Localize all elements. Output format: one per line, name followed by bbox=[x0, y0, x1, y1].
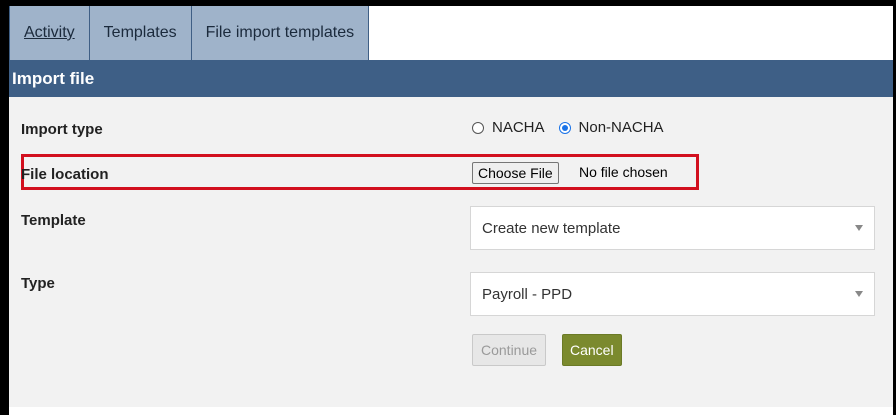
radio-option-non-nacha[interactable]: Non-NACHA bbox=[558, 119, 664, 136]
radio-option-nacha[interactable]: NACHA bbox=[472, 119, 545, 136]
tab-activity[interactable]: Activity bbox=[9, 6, 90, 60]
tab-file-import-templates-label: File import templates bbox=[205, 24, 355, 41]
panel-header: Import file bbox=[9, 60, 893, 97]
continue-button[interactable]: Continue bbox=[472, 334, 547, 366]
tab-bar: Activity Templates File import templates bbox=[9, 6, 370, 60]
cancel-button[interactable]: Cancel bbox=[562, 334, 622, 366]
import-type-label: Import type bbox=[21, 121, 103, 138]
tab-activity-label: Activity bbox=[24, 24, 75, 41]
chevron-down-icon bbox=[855, 225, 863, 231]
chevron-down-icon bbox=[855, 291, 863, 297]
radio-non-nacha-label: Non-NACHA bbox=[578, 119, 664, 136]
type-label: Type bbox=[21, 275, 55, 292]
choose-file-button[interactable]: Choose File bbox=[472, 162, 559, 184]
type-select[interactable]: Payroll - PPD bbox=[470, 272, 875, 316]
tab-file-import-templates[interactable]: File import templates bbox=[190, 6, 370, 60]
tab-templates[interactable]: Templates bbox=[88, 6, 192, 60]
radio-non-nacha[interactable] bbox=[558, 121, 571, 134]
import-type-radio-group: NACHA Non-NACHA bbox=[472, 119, 678, 136]
radio-nacha[interactable] bbox=[472, 121, 484, 134]
template-select[interactable]: Create new template bbox=[470, 206, 875, 250]
file-status-text: No file chosen bbox=[579, 164, 668, 180]
template-select-value: Create new template bbox=[482, 219, 621, 237]
page-title: Import file bbox=[12, 68, 95, 88]
file-location-label: File location bbox=[21, 166, 109, 183]
template-label: Template bbox=[21, 212, 86, 229]
radio-nacha-label: NACHA bbox=[492, 119, 545, 136]
tab-templates-label: Templates bbox=[103, 24, 177, 41]
type-select-value: Payroll - PPD bbox=[482, 285, 573, 303]
import-form: Import type NACHA Non-NACHA File locatio… bbox=[9, 97, 893, 407]
